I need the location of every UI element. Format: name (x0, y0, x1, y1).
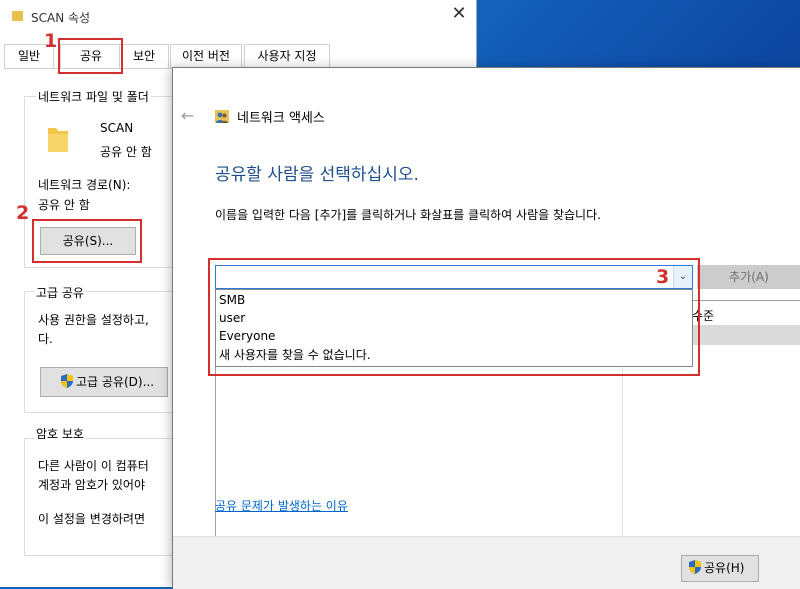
password-protection-group (24, 438, 186, 556)
network-path-label: 네트워크 경로(N): (38, 178, 131, 192)
password-description-line-3: 이 설정을 변경하려면 (38, 512, 145, 526)
folder-icon (12, 11, 23, 21)
tab-security[interactable]: 보안 (119, 44, 169, 68)
add-button[interactable]: 추가(A) (697, 265, 800, 289)
advanced-description-line-2: 다. (38, 332, 53, 346)
password-description-line-1: 다른 사람이 이 컴퓨터 (38, 459, 149, 473)
network-group-label: 네트워크 파일 및 폴더 (36, 88, 151, 105)
uac-shield-icon (60, 374, 73, 388)
annotation-box-share-button (32, 219, 142, 263)
network-users-icon (215, 110, 229, 123)
window-title: SCAN 속성 (31, 11, 91, 25)
dialog-title: 네트워크 액세스 (237, 111, 325, 126)
folder-share-status: 공유 안 함 (100, 145, 152, 159)
dialog-footer: 공유(H) (173, 536, 800, 589)
folder-icon (48, 128, 68, 152)
tab-previous-versions[interactable]: 이전 버전 (170, 44, 242, 68)
advanced-group-label: 고급 공유 (34, 284, 86, 301)
password-group-label: 암호 보호 (34, 425, 86, 442)
uac-shield-icon (689, 560, 701, 574)
folder-name: SCAN (100, 121, 134, 135)
annotation-box-user-dropdown (208, 258, 700, 376)
close-button[interactable]: ✕ (447, 3, 471, 24)
network-path-value: 공유 안 함 (38, 198, 90, 212)
tab-customize[interactable]: 사용자 지정 (244, 44, 330, 68)
annotation-step-1: 1 (44, 30, 58, 52)
password-description-line-2: 계정과 암호가 있어야 (38, 478, 145, 492)
back-arrow-icon[interactable]: ← (181, 106, 194, 125)
dialog-instruction: 이름을 입력한 다음 [추가]를 클릭하거나 화살표를 클릭하여 사람을 찾습니… (215, 208, 601, 222)
annotation-step-2: 2 (16, 202, 30, 224)
sharing-troubleshoot-link[interactable]: 공유 문제가 발생하는 이유 (215, 497, 348, 514)
dialog-heading: 공유할 사람을 선택하십시오. (215, 165, 419, 185)
advanced-sharing-button[interactable]: 고급 공유(D)... (40, 367, 168, 397)
annotation-box-sharing-tab (58, 38, 123, 74)
share-confirm-button[interactable]: 공유(H) (681, 555, 759, 582)
share-confirm-button-label: 공유(H) (704, 561, 745, 575)
advanced-sharing-button-label: 고급 공유(D)... (75, 375, 155, 389)
advanced-description-line-1: 사용 권한을 설정하고, (38, 313, 149, 327)
title-bar: SCAN 속성 ✕ (0, 0, 476, 34)
